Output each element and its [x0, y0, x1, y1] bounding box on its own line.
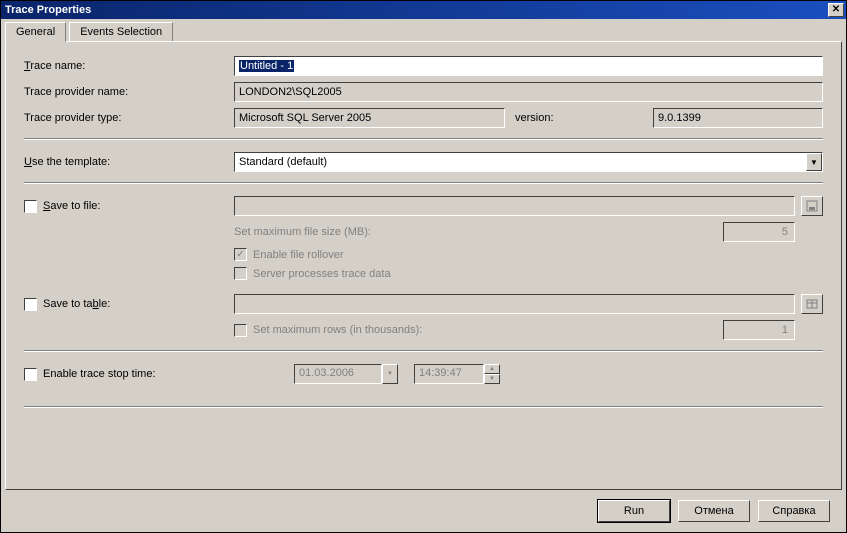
- run-button[interactable]: Run: [598, 500, 670, 522]
- close-button[interactable]: ✕: [828, 3, 844, 17]
- label-trace-name: Trace name:: [24, 60, 234, 72]
- provider-type-value: Microsoft SQL Server 2005: [239, 112, 371, 124]
- provider-name-field: LONDON2\SQL2005: [234, 82, 823, 102]
- chevron-down-icon[interactable]: ▼: [806, 153, 822, 171]
- max-rows-field: 1: [723, 320, 795, 340]
- save-icon: [806, 200, 818, 212]
- tab-strip: General Events Selection: [5, 21, 842, 41]
- stop-date-picker: 01.03.2006 ▼: [294, 364, 398, 384]
- tab-general-label: General: [16, 26, 55, 38]
- help-button[interactable]: Справка: [758, 500, 830, 522]
- enable-stop-time-option[interactable]: Enable trace stop time:: [24, 368, 234, 381]
- chevron-down-icon: ▼: [382, 364, 398, 384]
- separator: [24, 182, 823, 184]
- save-to-table-option[interactable]: Save to table:: [24, 298, 234, 311]
- client-area: General Events Selection Trace name: Unt…: [5, 21, 842, 528]
- save-to-file-label: Save to file:: [43, 200, 100, 212]
- provider-type-field: Microsoft SQL Server 2005: [234, 108, 505, 128]
- cancel-button-label: Отмена: [694, 505, 733, 517]
- tab-panel-general: Trace name: Untitled - 1 Trace provider …: [5, 41, 842, 490]
- save-to-table-label: Save to table:: [43, 298, 110, 310]
- trace-name-value: Untitled - 1: [239, 60, 294, 72]
- save-to-file-checkbox[interactable]: [24, 200, 37, 213]
- max-rows-checkbox: [234, 324, 247, 337]
- label-provider-name: Trace provider name:: [24, 86, 234, 98]
- chevron-up-icon: ▲: [484, 364, 500, 374]
- dialog-window: Trace Properties ✕ General Events Select…: [0, 0, 847, 533]
- stop-time-picker: 14:39:47 ▲ ▼: [414, 364, 500, 384]
- enable-stop-time-checkbox[interactable]: [24, 368, 37, 381]
- table-path-field: [234, 294, 795, 314]
- tab-general[interactable]: General: [5, 22, 66, 42]
- label-provider-type: Trace provider type:: [24, 112, 234, 124]
- label-use-template: Use the template:: [24, 156, 234, 168]
- run-button-label: Run: [624, 505, 644, 517]
- chevron-down-icon: ▼: [484, 374, 500, 384]
- separator: [24, 350, 823, 352]
- cancel-button[interactable]: Отмена: [678, 500, 750, 522]
- file-rollover-label: Enable file rollover: [253, 249, 344, 261]
- stop-time-value: 14:39:47: [414, 364, 484, 384]
- enable-stop-time-label: Enable trace stop time:: [43, 368, 156, 380]
- file-rollover-checkbox: [234, 248, 247, 261]
- version-value: 9.0.1399: [658, 112, 701, 124]
- max-filesize-field: 5: [723, 222, 795, 242]
- server-processes-checkbox: [234, 267, 247, 280]
- button-bar: Run Отмена Справка: [598, 500, 830, 522]
- tab-events-selection[interactable]: Events Selection: [69, 22, 173, 41]
- save-to-table-checkbox[interactable]: [24, 298, 37, 311]
- template-combobox[interactable]: Standard (default) ▼: [234, 152, 823, 172]
- table-icon: [806, 298, 818, 310]
- file-path-field: [234, 196, 795, 216]
- tab-events-label: Events Selection: [80, 26, 162, 38]
- server-processes-label: Server processes trace data: [253, 268, 391, 280]
- provider-name-value: LONDON2\SQL2005: [239, 86, 342, 98]
- label-version: version:: [515, 112, 571, 124]
- trace-name-input[interactable]: Untitled - 1: [234, 56, 823, 76]
- save-to-file-option[interactable]: Save to file:: [24, 200, 234, 213]
- title-bar[interactable]: Trace Properties ✕: [1, 1, 846, 19]
- stop-date-value: 01.03.2006: [294, 364, 382, 384]
- label-max-filesize: Set maximum file size (MB):: [234, 226, 713, 238]
- separator: [24, 138, 823, 140]
- template-value: Standard (default): [239, 156, 327, 168]
- separator: [24, 406, 823, 408]
- max-rows-label: Set maximum rows (in thousands):: [253, 324, 422, 336]
- version-field: 9.0.1399: [653, 108, 823, 128]
- browse-file-button[interactable]: [801, 196, 823, 216]
- browse-table-button[interactable]: [801, 294, 823, 314]
- help-button-label: Справка: [772, 505, 815, 517]
- window-title: Trace Properties: [5, 1, 91, 19]
